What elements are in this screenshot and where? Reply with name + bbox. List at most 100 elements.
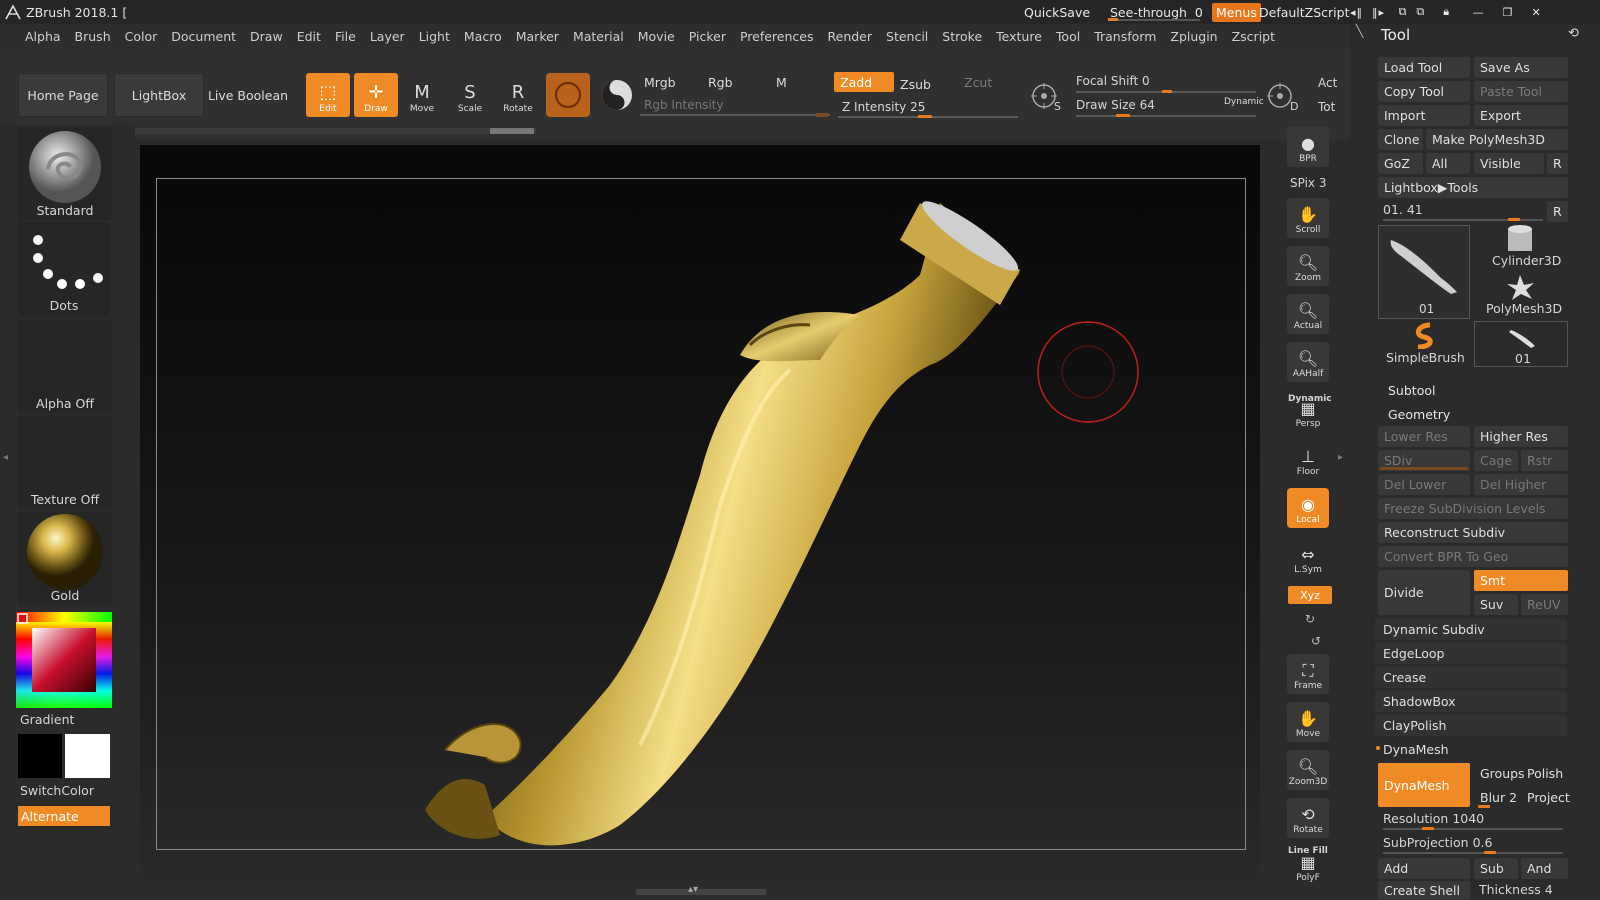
project-toggle[interactable]: Project: [1521, 787, 1570, 808]
palette-refresh-icon[interactable]: ⟲: [1568, 26, 1579, 41]
minimize-icon[interactable]: —: [1473, 6, 1485, 19]
menu-light[interactable]: Light: [412, 29, 457, 44]
create-shell-button[interactable]: Create Shell: [1378, 881, 1470, 900]
lock-icon[interactable]: 🔒︎: [1443, 5, 1450, 19]
cage-button[interactable]: Cage: [1474, 450, 1518, 471]
focal-shift-slider[interactable]: Focal Shift 0: [1076, 74, 1150, 88]
rgb-button[interactable]: Rgb: [702, 72, 760, 92]
del-higher-button[interactable]: Del Higher: [1474, 474, 1568, 495]
menu-transform[interactable]: Transform: [1087, 29, 1163, 44]
line-fill-label[interactable]: Line Fill: [1288, 846, 1328, 856]
copy-tool-button[interactable]: Copy Tool: [1378, 81, 1470, 102]
suv-toggle[interactable]: Suv: [1474, 594, 1518, 615]
clone-button[interactable]: Clone: [1378, 129, 1423, 150]
freeze-subdivision-button[interactable]: Freeze SubDivision Levels: [1378, 498, 1568, 519]
edgeloop-section[interactable]: EdgeLoop: [1375, 643, 1567, 664]
lightbox-button[interactable]: LightBox: [114, 73, 204, 117]
stroke-picker[interactable]: Dots: [18, 222, 110, 315]
frame-view-button[interactable]: ⛶ Frame: [1287, 654, 1329, 694]
secondary-color-swatch[interactable]: [18, 734, 62, 778]
menus-toggle-button[interactable]: Menus: [1212, 2, 1261, 22]
move-view-button[interactable]: ✋ Move: [1287, 702, 1329, 742]
zoom-view-button[interactable]: 🔍︎ Zoom: [1287, 246, 1329, 286]
close-icon[interactable]: ✕: [1532, 6, 1542, 19]
bpr-view-button[interactable]: ● BPR: [1287, 127, 1329, 167]
tool-thumb-01[interactable]: 01: [1378, 225, 1470, 319]
goz-visible-button[interactable]: Visible: [1474, 153, 1544, 174]
draw-tool-button[interactable]: ✛ Draw: [354, 73, 398, 117]
alternate-button[interactable]: Alternate: [18, 806, 110, 826]
export-button[interactable]: Export: [1474, 105, 1568, 126]
left-tray-toggle-icon[interactable]: ◂: [3, 452, 9, 466]
color-picker[interactable]: [16, 612, 112, 708]
crease-section[interactable]: Crease: [1375, 667, 1567, 688]
menu-tool[interactable]: Tool: [1049, 29, 1087, 44]
rgb-intensity-slider[interactable]: [640, 114, 830, 116]
lower-res-button[interactable]: Lower Res: [1378, 426, 1470, 447]
tool-r-button[interactable]: R: [1547, 201, 1568, 222]
palette-right-icon[interactable]: ‖▸: [1372, 6, 1385, 19]
del-lower-button[interactable]: Del Lower: [1378, 474, 1470, 495]
menu-brush[interactable]: Brush: [68, 29, 118, 44]
polish-toggle[interactable]: Polish: [1521, 763, 1568, 784]
scroll-view-button[interactable]: ✋ Scroll: [1287, 198, 1329, 238]
xyz-symmetry-button[interactable]: Xyz: [1288, 586, 1332, 604]
shadowbox-section[interactable]: ShadowBox: [1375, 691, 1567, 712]
primary-color-swatch[interactable]: [65, 734, 110, 778]
focal-s-icon[interactable]: S: [1028, 80, 1064, 116]
mrgb-button[interactable]: Mrgb: [638, 72, 698, 92]
spix-label[interactable]: SPix 3: [1290, 176, 1326, 190]
rstr-button[interactable]: Rstr: [1521, 450, 1568, 471]
dynamesh-section[interactable]: DynaMesh: [1375, 739, 1567, 760]
reconstruct-subdiv-button[interactable]: Reconstruct Subdiv: [1378, 522, 1568, 543]
dynamic-size-button[interactable]: Dynamic: [1224, 97, 1264, 107]
dynamesh-button[interactable]: DynaMesh: [1378, 763, 1470, 807]
menu-preferences[interactable]: Preferences: [733, 29, 821, 44]
higher-res-button[interactable]: Higher Res: [1474, 426, 1568, 447]
resolution-slider[interactable]: Resolution 1040: [1383, 811, 1484, 826]
palette-left-icon[interactable]: ◂‖: [1350, 6, 1363, 19]
divide-button[interactable]: Divide: [1378, 570, 1470, 615]
reuv-toggle[interactable]: ReUV: [1521, 594, 1568, 615]
lsym-view-button[interactable]: ⇔ L.Sym: [1287, 538, 1329, 578]
local-view-button[interactable]: ◉ Local: [1287, 488, 1329, 528]
groups-toggle[interactable]: Groups: [1474, 763, 1525, 784]
rotate-axis-2-icon[interactable]: ↺: [1311, 634, 1321, 648]
goz-button[interactable]: GoZ: [1378, 153, 1423, 174]
menu-render[interactable]: Render: [821, 29, 880, 44]
right-tray-toggle-icon[interactable]: ▸: [1338, 452, 1343, 463]
rotate-view-button[interactable]: ⟲ Rotate: [1287, 798, 1329, 838]
save-as-button[interactable]: Save As: [1474, 57, 1568, 78]
live-boolean-button[interactable]: Live Boolean: [206, 73, 290, 117]
menu-color[interactable]: Color: [118, 29, 165, 44]
import-button[interactable]: Import: [1378, 105, 1470, 126]
bottom-tray-arrow-icon[interactable]: ▴▾: [688, 884, 698, 895]
edit-tool-button[interactable]: ⬚ Edit: [306, 73, 350, 117]
menu-stroke[interactable]: Stroke: [935, 29, 989, 44]
restore-icon[interactable]: ❐: [1503, 6, 1514, 19]
tool-index-slider[interactable]: 01. 41: [1383, 202, 1423, 217]
subtool-section[interactable]: Subtool: [1388, 383, 1435, 398]
add-button[interactable]: Add: [1378, 858, 1470, 879]
move-tool-button[interactable]: M Move: [400, 73, 444, 117]
gradient-label[interactable]: Gradient: [20, 712, 74, 727]
brush-picker[interactable]: Standard: [18, 127, 112, 220]
load-tool-button[interactable]: Load Tool: [1378, 57, 1470, 78]
palette-pin-icon[interactable]: ╲: [1356, 24, 1363, 38]
tool-thumb-polymesh3d[interactable]: PolyMesh3D: [1474, 273, 1568, 319]
tool-thumb-01-small[interactable]: 01: [1474, 321, 1568, 367]
z-intensity-slider[interactable]: Z Intensity 25: [842, 100, 925, 114]
floor-view-button[interactable]: ⊥ Floor: [1287, 440, 1329, 480]
tool-thumb-cylinder3d[interactable]: Cylinder3D: [1474, 225, 1568, 271]
tool-palette-title[interactable]: Tool: [1381, 26, 1410, 44]
quicksave-button[interactable]: QuickSave: [1024, 0, 1090, 24]
menu-texture[interactable]: Texture: [989, 29, 1049, 44]
menu-movie[interactable]: Movie: [631, 29, 682, 44]
convert-bpr-button[interactable]: Convert BPR To Geo: [1378, 546, 1568, 567]
menu-zplugin[interactable]: Zplugin: [1163, 29, 1224, 44]
menu-zscript[interactable]: Zscript: [1225, 29, 1282, 44]
zsub-button[interactable]: Zsub: [894, 74, 952, 94]
m-button[interactable]: M: [770, 72, 820, 92]
dynamic-persp-label[interactable]: Dynamic: [1288, 394, 1332, 404]
claypolish-section[interactable]: ClayPolish: [1375, 715, 1567, 736]
